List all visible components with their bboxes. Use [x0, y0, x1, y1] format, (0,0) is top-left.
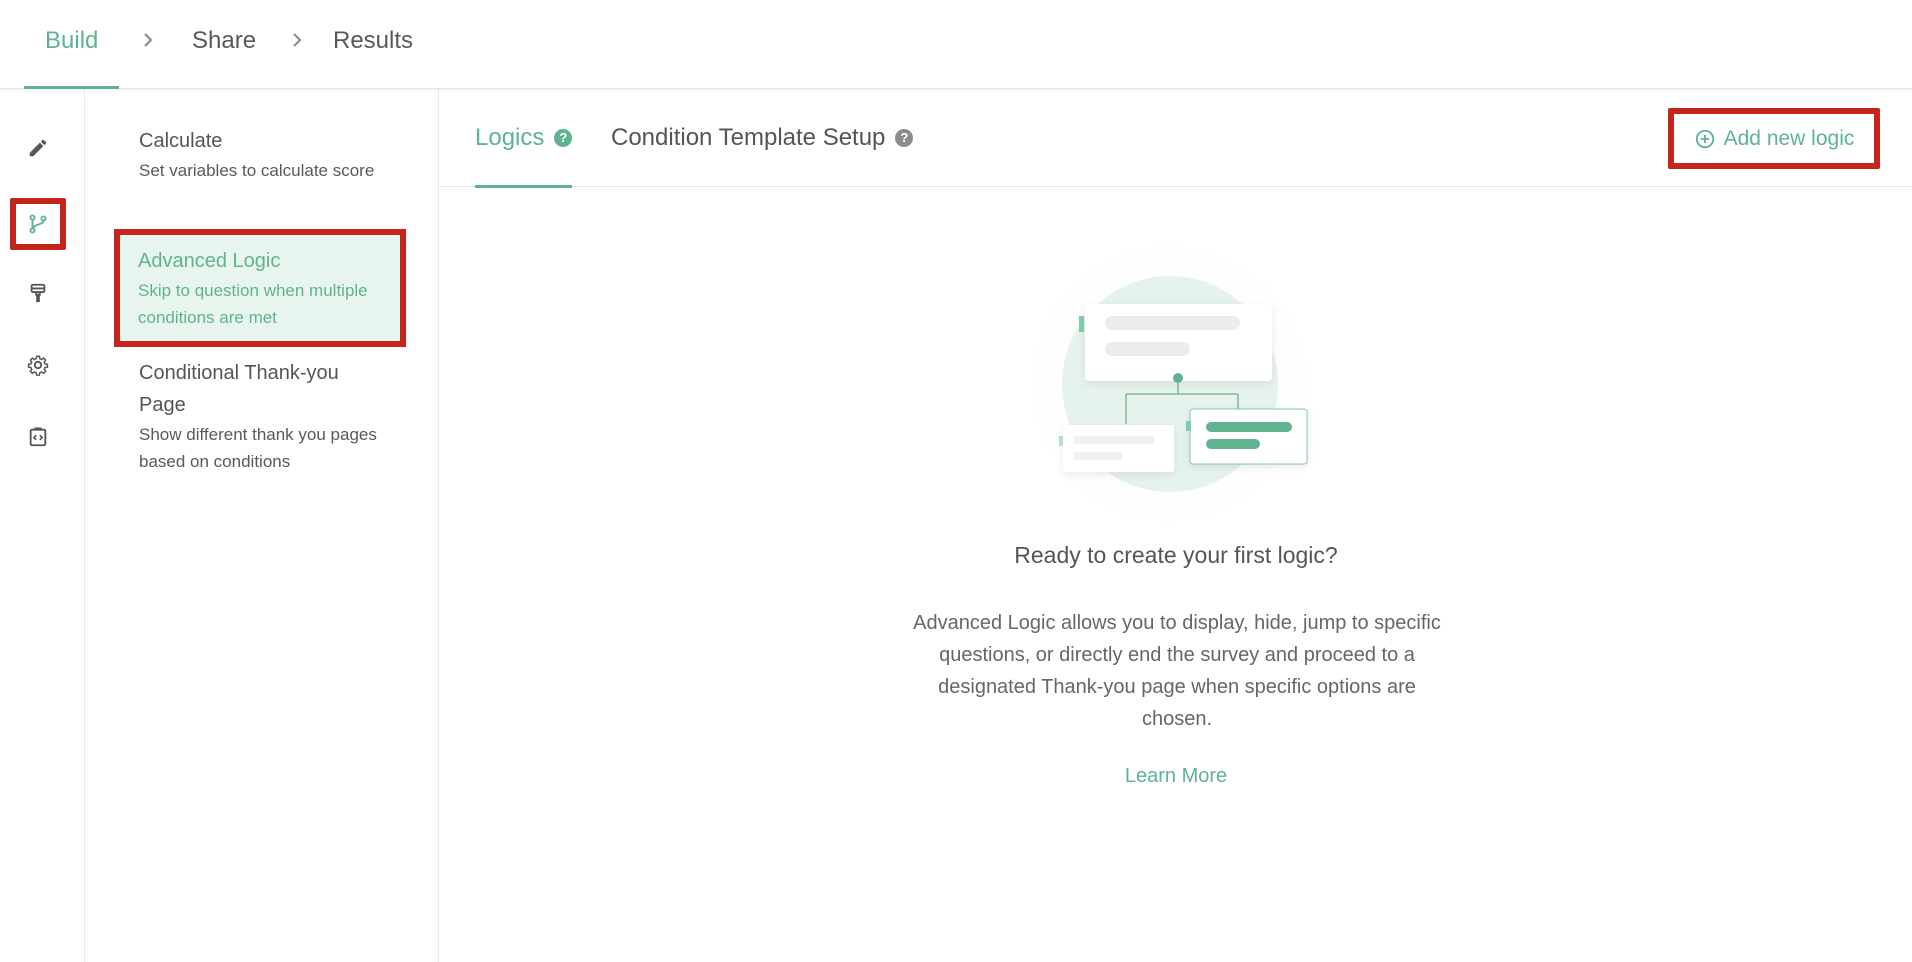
paint-roller-icon: [30, 283, 46, 303]
learn-more-label[interactable]: Learn More: [1125, 765, 1227, 787]
tab-label: Condition Template Setup: [611, 124, 886, 151]
icon-rail: [0, 89, 85, 962]
tab-logics[interactable]: Logics ?: [475, 89, 573, 188]
tab-bar: Logics ? Condition Template Setup ? Add …: [440, 89, 1912, 188]
empty-logic-illustration: [1005, 234, 1335, 549]
add-new-logic-button[interactable]: Add new logic: [1668, 108, 1880, 169]
menu-item-desc: Show different thank you pages based on …: [139, 425, 377, 471]
embed-code-button[interactable]: [10, 411, 66, 463]
theme-button[interactable]: [10, 267, 66, 319]
logic-button[interactable]: [10, 198, 66, 250]
chevron-right-icon: [144, 33, 153, 47]
tab-label: Logics: [475, 124, 545, 151]
learn-more-link: Learn More: [440, 765, 1912, 788]
plus-circle-icon: [1695, 129, 1714, 148]
breadcrumb-build[interactable]: Build: [23, 0, 120, 89]
help-icon[interactable]: ?: [895, 129, 914, 147]
main-panel: Logics ? Condition Template Setup ? Add …: [440, 89, 1912, 962]
menu-item-desc: Skip to question when multiple condition…: [138, 281, 368, 327]
menu-item-advanced-logic[interactable]: Advanced Logic Skip to question when mul…: [114, 229, 406, 347]
branch-icon: [29, 214, 47, 234]
code-icon: [29, 427, 47, 447]
settings-button[interactable]: [10, 339, 66, 391]
top-navigation: Build Share Results: [0, 0, 1912, 89]
menu-item-title: Conditional Thank-you Page: [139, 362, 339, 416]
menu-item-title: Advanced Logic: [138, 250, 281, 272]
breadcrumb-results[interactable]: Results: [333, 0, 413, 89]
breadcrumb-share[interactable]: Share: [192, 0, 256, 89]
empty-state-description: Advanced Logic allows you to display, hi…: [913, 612, 1441, 730]
gear-icon: [27, 355, 49, 376]
logic-submenu: Calculate Set variables to calculate sco…: [85, 89, 439, 962]
chevron-right-icon: [293, 33, 302, 47]
menu-item-title: Calculate: [139, 130, 223, 152]
add-new-logic-label: Add new logic: [1723, 126, 1855, 150]
menu-item-calculate[interactable]: Calculate Set variables to calculate sco…: [115, 125, 385, 184]
menu-item-desc: Set variables to calculate score: [139, 161, 375, 180]
help-icon[interactable]: ?: [554, 129, 573, 147]
empty-state-title: Ready to create your first logic?: [1014, 542, 1338, 568]
edit-button[interactable]: [10, 122, 66, 174]
pencil-icon: [29, 139, 47, 157]
menu-item-conditional-thank-you[interactable]: Conditional Thank-you Page Show differen…: [115, 357, 385, 475]
tab-condition-template-setup[interactable]: Condition Template Setup ?: [611, 89, 914, 187]
